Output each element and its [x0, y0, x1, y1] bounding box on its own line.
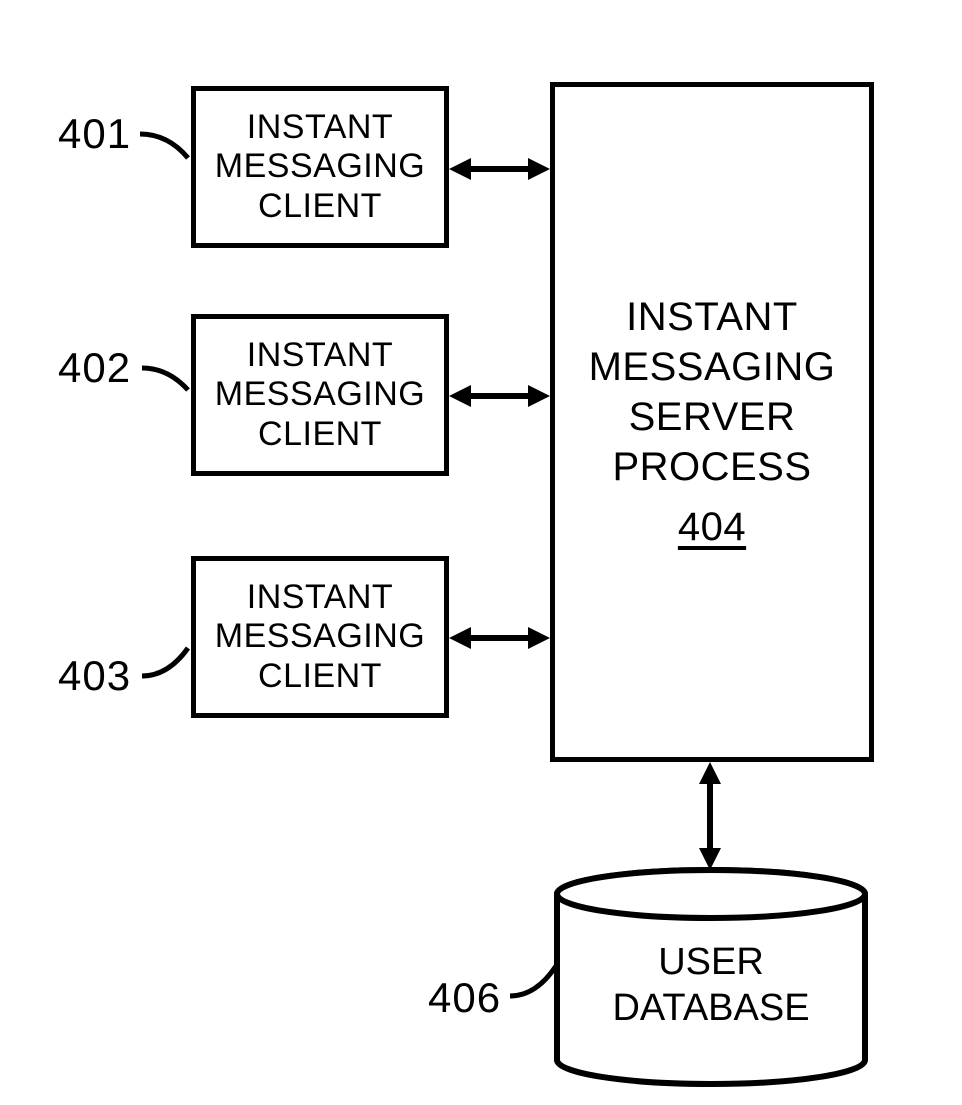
client-2-line-1: INSTANT	[247, 336, 393, 375]
server-line-4: PROCESS	[612, 442, 811, 492]
client-box-1: INSTANT MESSAGING CLIENT	[191, 86, 449, 248]
server-line-2: MESSAGING	[589, 342, 836, 392]
client-box-3: INSTANT MESSAGING CLIENT	[191, 556, 449, 718]
lead-401	[140, 128, 200, 168]
server-ref-label: 404	[678, 502, 746, 552]
client-3-line-3: CLIENT	[258, 657, 382, 696]
client-2-line-3: CLIENT	[258, 415, 382, 454]
client-box-2: INSTANT MESSAGING CLIENT	[191, 314, 449, 476]
database-line-1: USER	[658, 941, 764, 983]
client-1-line-3: CLIENT	[258, 187, 382, 226]
client-3-line-2: MESSAGING	[215, 617, 425, 656]
server-line-1: INSTANT	[626, 292, 798, 342]
ref-label-402: 402	[58, 344, 131, 392]
server-box: INSTANT MESSAGING SERVER PROCESS 404	[550, 82, 874, 762]
arrow-server-database	[696, 762, 724, 870]
client-1-line-2: MESSAGING	[215, 147, 425, 186]
database-line-2: DATABASE	[612, 987, 809, 1029]
client-1-line-1: INSTANT	[247, 108, 393, 147]
arrow-client1-server	[449, 155, 550, 183]
database-cylinder: USER DATABASE	[552, 866, 870, 1088]
ref-label-401: 401	[58, 110, 131, 158]
arrow-client2-server	[449, 382, 550, 410]
lead-402	[142, 362, 198, 402]
lead-406	[510, 960, 566, 1008]
client-3-line-1: INSTANT	[247, 578, 393, 617]
arrow-client3-server	[449, 624, 550, 652]
server-line-3: SERVER	[629, 392, 796, 442]
client-2-line-2: MESSAGING	[215, 375, 425, 414]
ref-label-406: 406	[428, 974, 501, 1022]
ref-label-403: 403	[58, 652, 131, 700]
lead-403	[142, 642, 198, 692]
